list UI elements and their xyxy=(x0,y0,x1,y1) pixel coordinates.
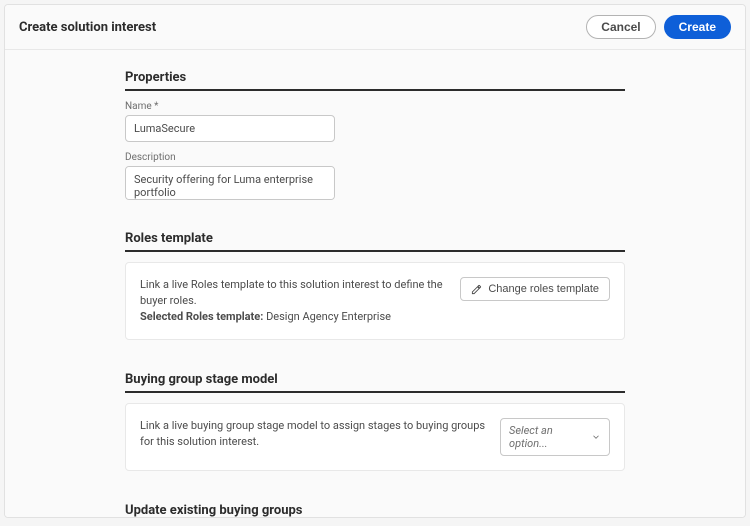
dialog-title: Create solution interest xyxy=(19,20,156,35)
roles-selected-line: Selected Roles template: Design Agency E… xyxy=(140,309,448,325)
section-rule xyxy=(125,89,625,91)
header-actions: Cancel Create xyxy=(586,15,731,39)
create-button[interactable]: Create xyxy=(664,15,731,39)
create-solution-interest-dialog: Create solution interest Cancel Create P… xyxy=(4,4,746,518)
name-label: Name xyxy=(125,101,625,112)
section-rule xyxy=(125,250,625,252)
name-input[interactable] xyxy=(125,115,335,142)
section-title-stage: Buying group stage model xyxy=(125,364,625,391)
section-title-update: Update existing buying groups xyxy=(125,495,625,517)
cancel-button[interactable]: Cancel xyxy=(586,15,655,39)
pencil-icon xyxy=(471,284,482,295)
section-title-roles: Roles template xyxy=(125,223,625,250)
stage-select-placeholder: Select an option... xyxy=(509,424,591,450)
stage-model-card: Link a live buying group stage model to … xyxy=(125,403,625,471)
name-field: Name xyxy=(125,101,625,142)
roles-text: Link a live Roles template to this solut… xyxy=(140,277,448,325)
dialog-body[interactable]: Properties Name Description Roles templa… xyxy=(5,50,745,517)
description-field: Description xyxy=(125,152,625,203)
chevron-down-icon xyxy=(591,432,601,442)
roles-help-text: Link a live Roles template to this solut… xyxy=(140,277,448,309)
form-inner: Properties Name Description Roles templa… xyxy=(125,62,625,517)
dialog-header: Create solution interest Cancel Create xyxy=(5,5,745,50)
roles-selected-label: Selected Roles template: xyxy=(140,310,263,323)
section-rule xyxy=(125,391,625,393)
change-roles-label: Change roles template xyxy=(488,283,599,295)
roles-selected-value: Design Agency Enterprise xyxy=(266,310,391,323)
roles-template-card: Link a live Roles template to this solut… xyxy=(125,262,625,340)
stage-model-select[interactable]: Select an option... xyxy=(500,418,610,456)
stage-text: Link a live buying group stage model to … xyxy=(140,418,488,450)
stage-help-text: Link a live buying group stage model to … xyxy=(140,418,488,450)
description-input[interactable] xyxy=(125,166,335,200)
change-roles-template-button[interactable]: Change roles template xyxy=(460,277,610,301)
section-title-properties: Properties xyxy=(125,62,625,89)
description-label: Description xyxy=(125,152,625,163)
